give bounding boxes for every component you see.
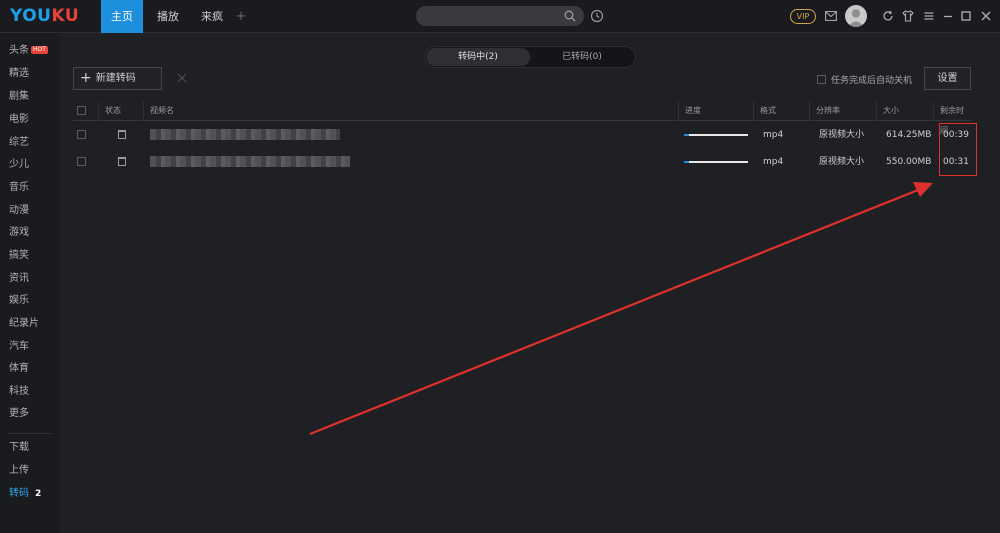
sidebar: 头条 HOT 精选 剧集 电影 综艺 少儿 音乐 动漫 游戏 搞笑 资讯 娱乐 纪…: [0, 33, 60, 533]
sidebar-item-auto[interactable]: 汽车: [0, 337, 60, 357]
minimize-icon[interactable]: [942, 10, 954, 22]
sidebar-item-more[interactable]: 更多: [0, 404, 60, 424]
transcode-status-switch: 转码中(2) 已转码(0): [424, 46, 636, 68]
sidebar-item-sports[interactable]: 体育: [0, 359, 60, 379]
skin-shirt-icon[interactable]: [902, 10, 914, 22]
column-status: 状态: [98, 101, 143, 121]
tab-home[interactable]: 主页: [101, 0, 143, 33]
search-icon[interactable]: [564, 10, 576, 22]
sidebar-item-anime[interactable]: 动漫: [0, 201, 60, 221]
status-file-icon: [118, 157, 126, 166]
progress-bar: [684, 134, 748, 136]
sidebar-item-download[interactable]: 下载: [0, 438, 60, 458]
progress-fill: [684, 134, 690, 136]
column-resolution: 分辨率: [809, 101, 876, 121]
sidebar-item-featured[interactable]: 精选: [0, 64, 60, 84]
sidebar-item-variety[interactable]: 综艺: [0, 133, 60, 153]
sidebar-item-entertainment[interactable]: 娱乐: [0, 291, 60, 311]
vip-badge[interactable]: VIP: [790, 9, 816, 24]
mail-icon[interactable]: [825, 11, 837, 21]
sidebar-item-funny[interactable]: 搞笑: [0, 246, 60, 266]
sidebar-item-headlines[interactable]: 头条 HOT: [0, 41, 60, 61]
auto-shutdown-option[interactable]: 任务完成后自动关机: [817, 73, 912, 86]
tab-converting[interactable]: 转码中(2): [426, 48, 530, 66]
youku-app-window: YOUKU 主页 播放 来疯 + VIP 头条 HOT 精选 剧集 电影 综艺 …: [0, 0, 1000, 533]
search-input[interactable]: [416, 6, 584, 26]
logo-text-you: YOU: [10, 6, 52, 26]
table-row[interactable]: mp4 原视频大小 614.25MB 00:39: [73, 122, 971, 148]
sidebar-item-kids[interactable]: 少儿: [0, 155, 60, 175]
youku-logo[interactable]: YOUKU: [10, 6, 79, 26]
history-clock-icon[interactable]: [590, 9, 604, 23]
size-cell: 550.00MB: [886, 157, 932, 167]
format-cell: mp4: [763, 130, 784, 140]
tab-play[interactable]: 播放: [148, 0, 188, 33]
row-checkbox[interactable]: [77, 157, 86, 166]
transcode-panel: 转码中(2) 已转码(0) + 新建转码 任务完成后自动关机 设置 状态 视频名 …: [60, 33, 1000, 533]
delete-task-icon[interactable]: [177, 73, 187, 83]
sidebar-item-label: 头条: [9, 45, 29, 56]
sidebar-item-news[interactable]: 资讯: [0, 269, 60, 289]
sidebar-item-label: 转码: [9, 488, 29, 499]
column-format: 格式: [753, 101, 809, 121]
size-cell: 614.25MB: [886, 130, 932, 140]
column-remaining-time: 剩余时间: [933, 101, 971, 135]
sidebar-item-upload[interactable]: 上传: [0, 461, 60, 481]
sidebar-item-documentary[interactable]: 纪录片: [0, 314, 60, 334]
settings-button[interactable]: 设置: [924, 67, 971, 90]
column-progress: 进度: [678, 101, 753, 121]
top-bar: YOUKU 主页 播放 来疯 + VIP: [0, 0, 1000, 33]
maximize-icon[interactable]: [960, 10, 972, 22]
column-name: 视频名: [143, 101, 678, 121]
new-transcode-button[interactable]: + 新建转码: [73, 67, 162, 90]
transcode-count-badge: 2: [35, 489, 42, 499]
row-checkbox[interactable]: [77, 130, 86, 139]
user-avatar[interactable]: [845, 5, 867, 27]
sidebar-item-movies[interactable]: 电影: [0, 110, 60, 130]
tab-laifeng[interactable]: 来疯: [192, 0, 232, 33]
annotation-highlight-box: [939, 123, 977, 176]
progress-bar: [684, 161, 748, 163]
auto-shutdown-label: 任务完成后自动关机: [831, 76, 913, 86]
format-cell: mp4: [763, 157, 784, 167]
plus-icon: +: [80, 70, 92, 86]
avatar-person-icon: [848, 9, 864, 27]
sidebar-item-games[interactable]: 游戏: [0, 223, 60, 243]
add-tab-button[interactable]: +: [234, 0, 248, 33]
sidebar-item-transcode[interactable]: 转码 2: [0, 484, 60, 504]
sidebar-item-music[interactable]: 音乐: [0, 178, 60, 198]
menu-icon[interactable]: [923, 10, 935, 22]
select-all-checkbox[interactable]: [77, 106, 86, 115]
resolution-cell: 原视频大小: [819, 157, 865, 167]
sidebar-divider: [8, 433, 52, 434]
video-name-blurred: [150, 156, 350, 167]
sidebar-item-series[interactable]: 剧集: [0, 87, 60, 107]
table-header: 状态 视频名 进度 格式 分辨率 大小 剩余时间: [73, 101, 971, 135]
table-row[interactable]: mp4 原视频大小 550.00MB 00:31: [73, 149, 971, 175]
hot-badge: HOT: [31, 46, 48, 54]
video-name-blurred: [150, 129, 340, 140]
column-size: 大小: [876, 101, 933, 121]
new-transcode-label: 新建转码: [95, 73, 136, 84]
logo-text-ku: KU: [51, 6, 80, 26]
auto-shutdown-checkbox[interactable]: [817, 75, 826, 84]
close-icon[interactable]: [980, 10, 992, 22]
tab-converted[interactable]: 已转码(0): [530, 48, 634, 66]
progress-fill: [684, 161, 690, 163]
refresh-icon[interactable]: [882, 10, 894, 22]
resolution-cell: 原视频大小: [819, 130, 865, 140]
status-file-icon: [118, 130, 126, 139]
sidebar-item-tech[interactable]: 科技: [0, 382, 60, 402]
